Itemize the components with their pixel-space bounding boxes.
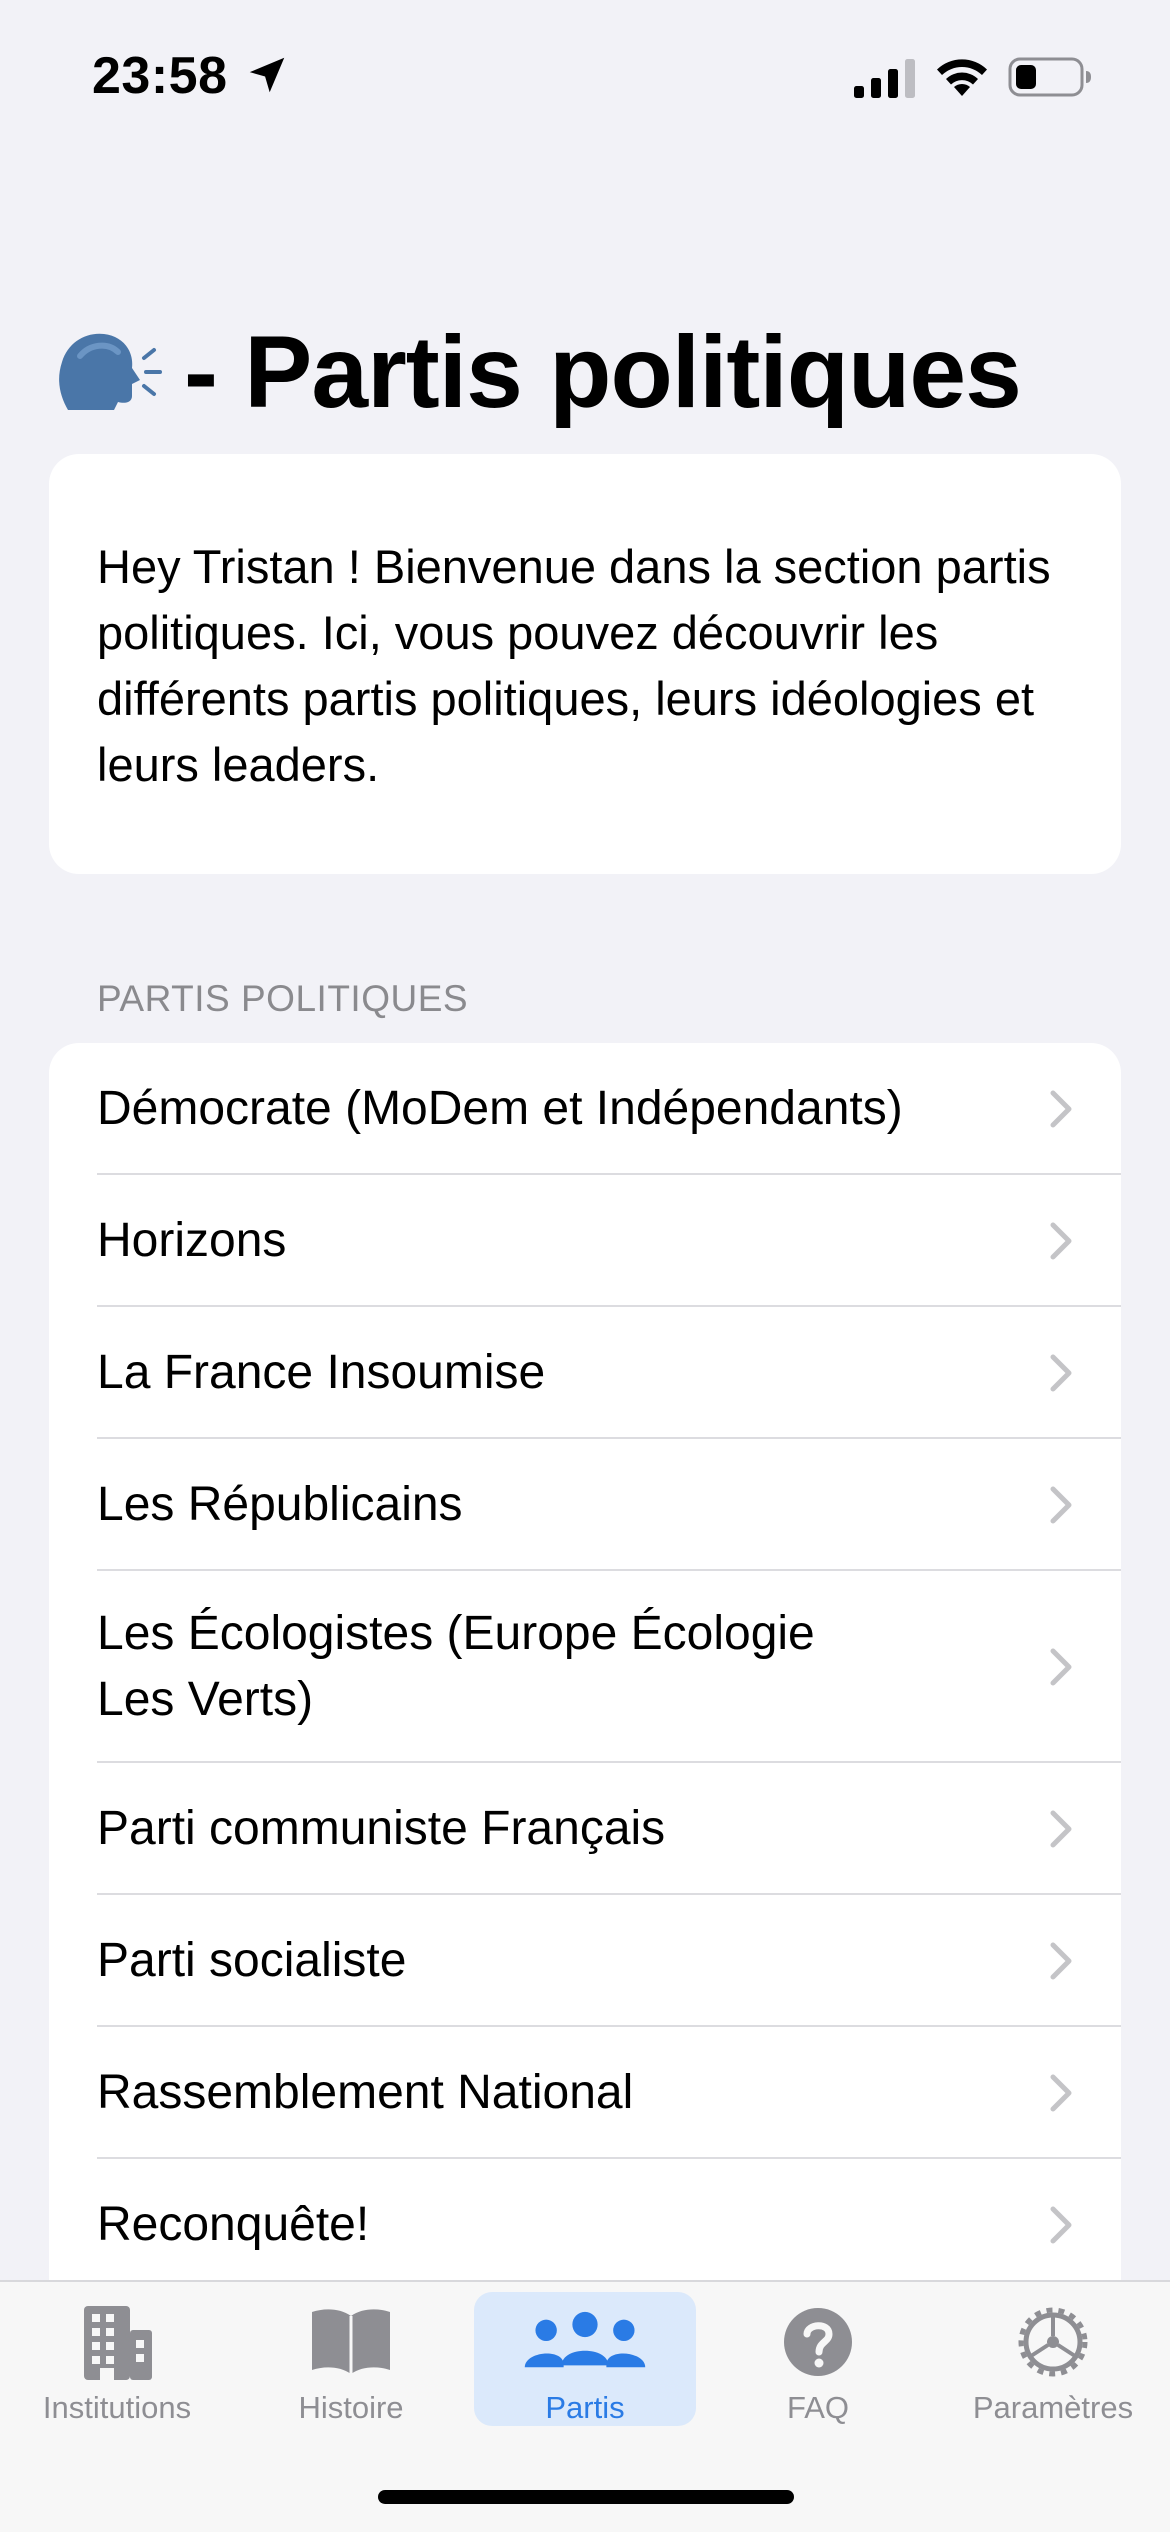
list-item-pcf[interactable]: Parti communiste Français [49,1763,1121,1895]
chevron-right-icon [1050,1648,1072,1686]
chevron-right-icon [1050,2206,1072,2244]
status-time: 23:58 [92,47,228,105]
list-item-ps[interactable]: Parti socialiste [49,1895,1121,2027]
question-circle-icon [784,2308,852,2376]
list-item-label: Les Républicains [97,1478,463,1531]
list-item-label: Parti communiste Français [97,1802,666,1855]
list-item-label: La France Insoumise [97,1346,546,1399]
battery-icon [1008,57,1091,97]
tab-partis[interactable]: Partis [474,2292,696,2426]
parties-list: Démocrate (MoDem et Indépendants) Horizo… [49,1043,1121,2291]
list-item-rn[interactable]: Rassemblement National [49,2027,1121,2159]
location-arrow-icon [249,57,285,93]
section-header: PARTIS POLITIQUES [97,978,469,1019]
screen: 23:58 - Partis politiques Hey Tristan ! … [0,0,1170,2532]
chevron-right-icon [1050,1810,1072,1848]
chevron-right-icon [1050,1090,1072,1128]
gear-icon [1018,2307,1088,2377]
chevron-right-icon [1050,1222,1072,1260]
tab-faq[interactable]: FAQ [707,2292,929,2426]
chevron-right-icon [1050,1486,1072,1524]
list-item-republicains[interactable]: Les Républicains [49,1439,1121,1571]
tab-parametres[interactable]: Paramètres [942,2292,1164,2426]
cellular-signal-icon [854,59,915,98]
list-item-democrate[interactable]: Démocrate (MoDem et Indépendants) [49,1043,1121,1175]
building-icon [84,2306,152,2380]
chevron-right-icon [1050,1942,1072,1980]
list-item-reconquete[interactable]: Reconquête! [49,2159,1121,2291]
tab-label: Institutions [42,2390,192,2425]
speaking-head-icon [59,333,162,410]
book-icon [312,2309,390,2374]
list-item-label: Rassemblement National [97,2066,634,2119]
tab-histoire[interactable]: Histoire [240,2292,462,2426]
status-bar: 23:58 [0,0,1170,150]
list-item-label: Parti socialiste [97,1934,407,1987]
intro-text: Hey Tristan ! Bienvenue dans la section … [97,540,1051,791]
page-title: - Partis politiques [184,314,1022,429]
tab-label: Paramètres [972,2390,1134,2425]
list-item-ecologistes[interactable]: Les Écologistes (Europe Écologie Les Ver… [49,1571,1121,1763]
home-indicator [378,2490,794,2504]
tab-label: Histoire [298,2390,404,2425]
list-item-label: Horizons [97,1214,287,1267]
list-item-horizons[interactable]: Horizons [49,1175,1121,1307]
list-item-label: Démocrate (MoDem et Indépendants) [97,1082,903,1135]
chevron-right-icon [1050,2074,1072,2112]
page-header: - Partis politiques [50,312,1022,432]
chevron-right-icon [1050,1354,1072,1392]
list-item-lfi[interactable]: La France Insoumise [49,1307,1121,1439]
tab-label: FAQ [786,2390,849,2425]
people-icon [524,2311,646,2368]
tab-label: Partis [545,2390,625,2425]
tab-institutions[interactable]: Institutions [6,2292,228,2426]
intro-card: Hey Tristan ! Bienvenue dans la section … [49,454,1121,874]
wifi-icon [937,59,987,96]
list-item-label: Reconquête! [97,2198,370,2251]
list-item-label: Les Écologistes (Europe Écologie Les Ver… [97,1607,815,1726]
